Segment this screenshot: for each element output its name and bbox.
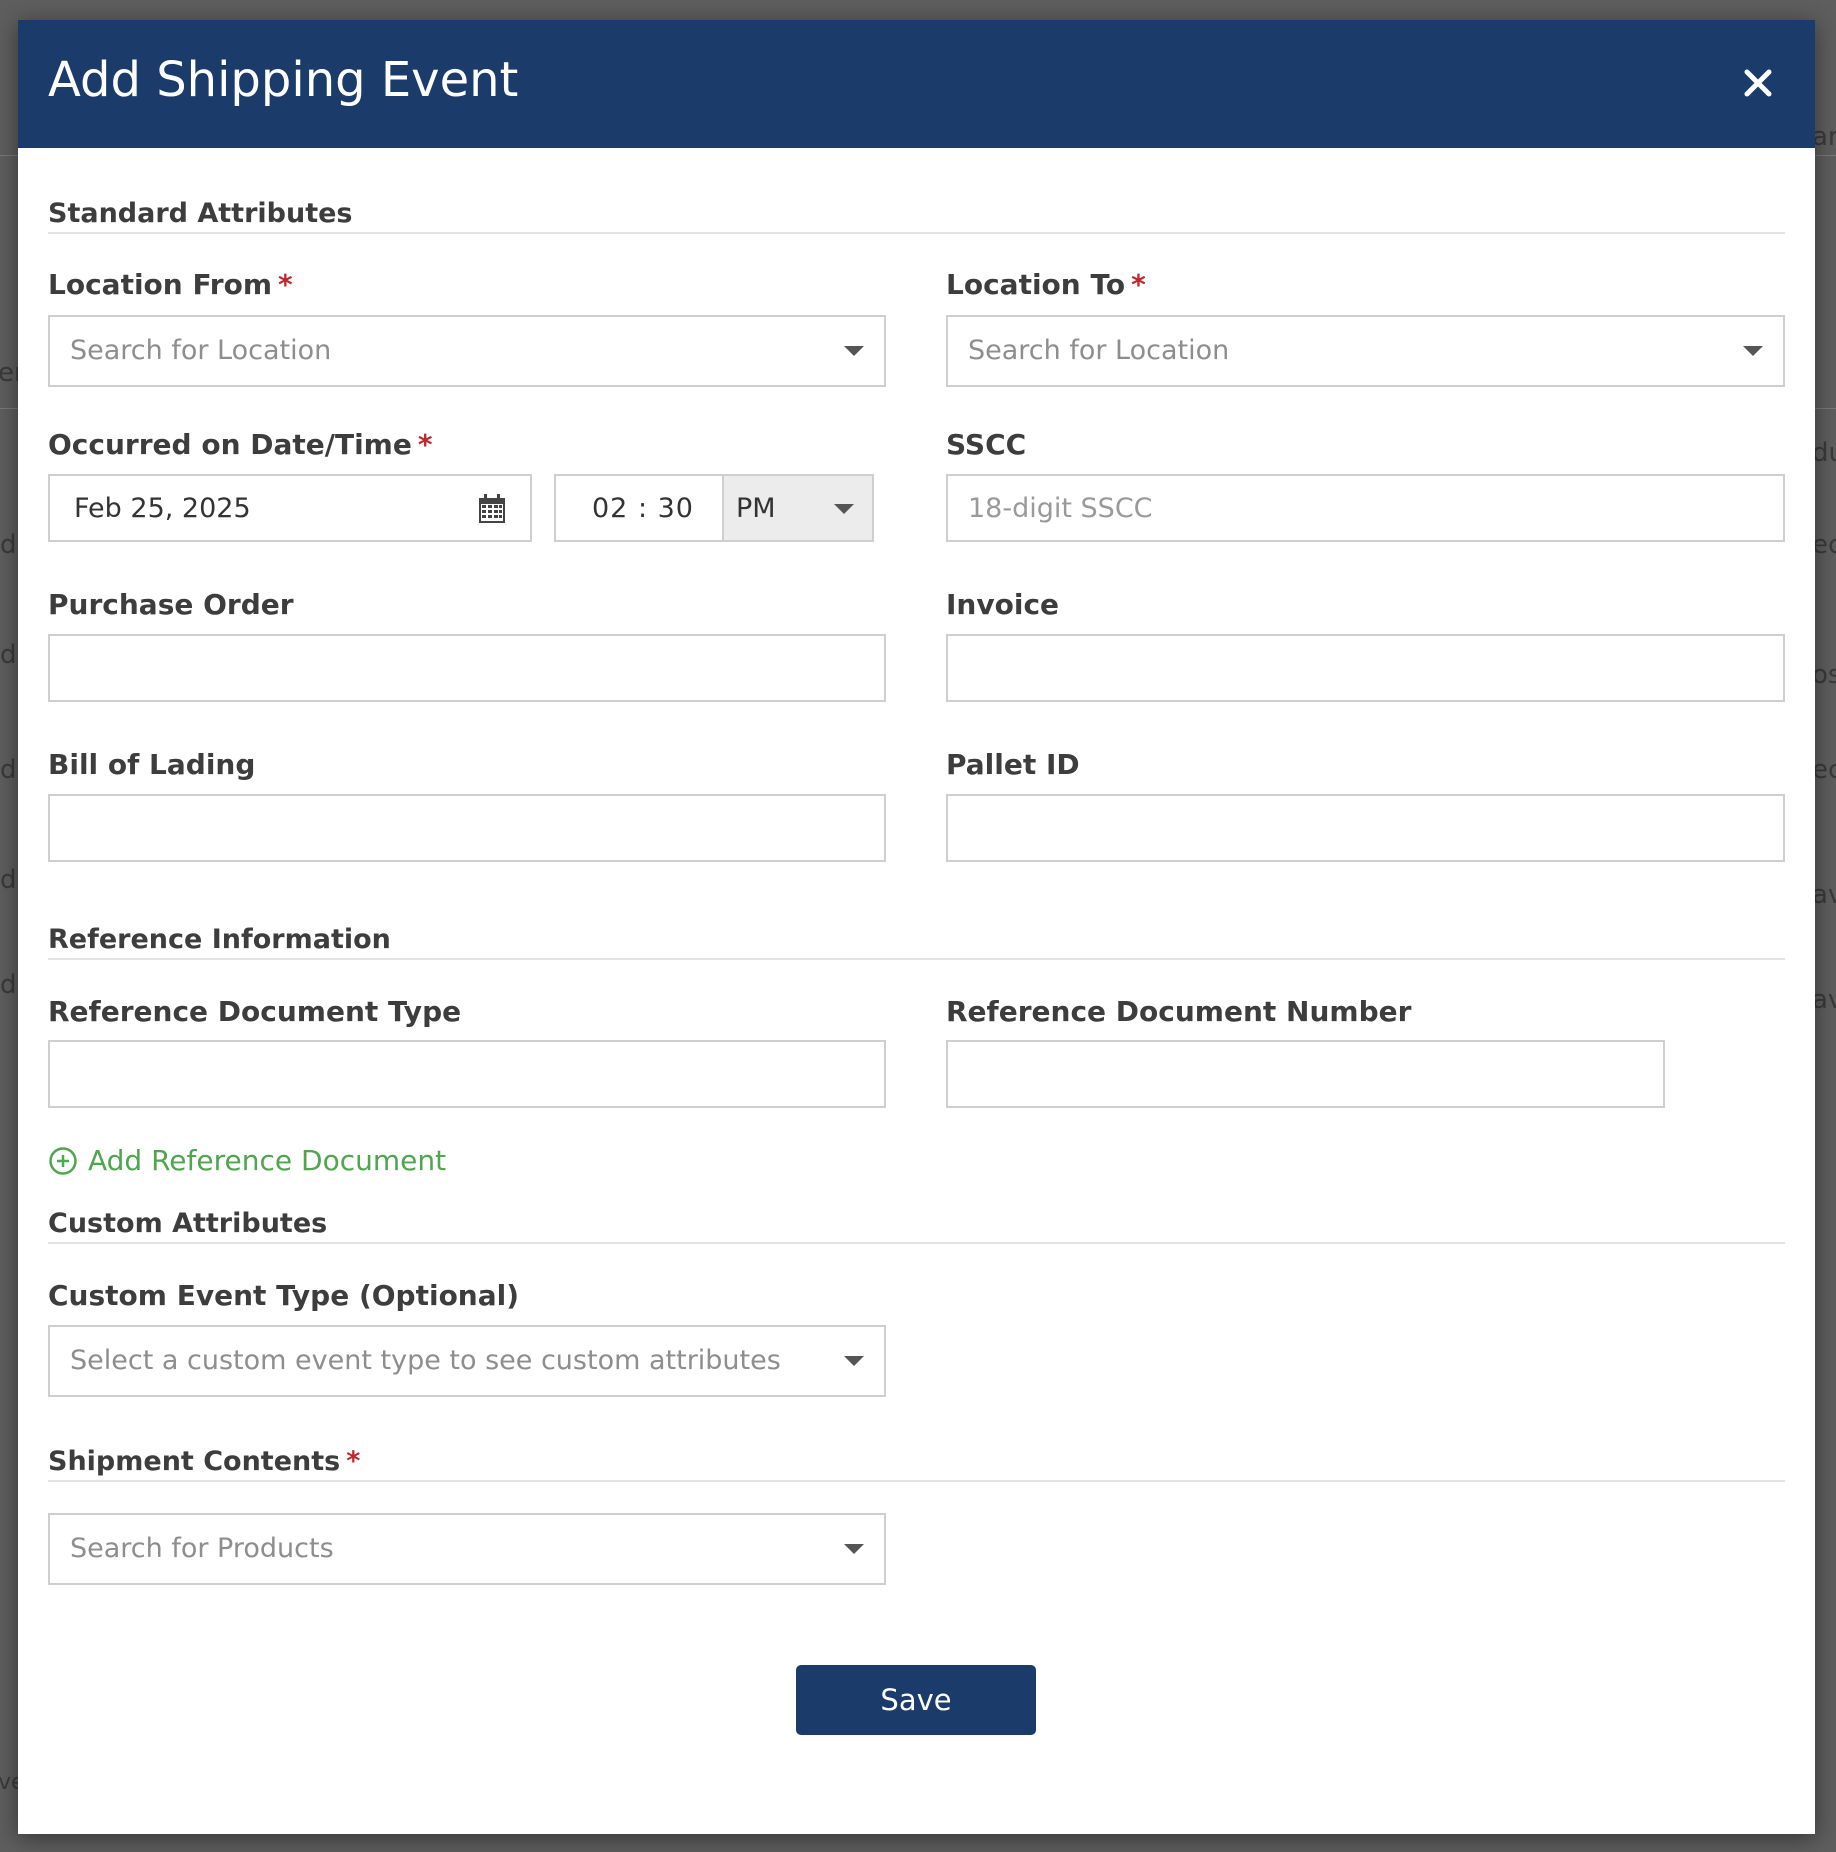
section-custom-attributes: Custom Attributes bbox=[48, 1208, 328, 1239]
shipment-products-select[interactable]: Search for Products bbox=[48, 1513, 886, 1585]
background-text: av bbox=[1812, 880, 1836, 910]
section-divider bbox=[48, 232, 1785, 234]
reference-document-type-input[interactable] bbox=[48, 1040, 886, 1108]
invoice-label: Invoice bbox=[946, 588, 1060, 621]
section-divider bbox=[48, 1480, 1785, 1482]
background-text: ec bbox=[1812, 755, 1836, 785]
location-from-select[interactable]: Search for Location bbox=[48, 315, 886, 387]
reference-document-number-input[interactable] bbox=[946, 1040, 1665, 1108]
location-to-label: Location To * bbox=[946, 268, 1146, 301]
section-shipment-contents: Shipment Contents * bbox=[48, 1446, 360, 1477]
background-text: ar bbox=[1812, 122, 1836, 152]
section-divider bbox=[48, 1242, 1785, 1244]
pallet-id-label: Pallet ID bbox=[946, 748, 1080, 781]
required-asterisk: * bbox=[417, 428, 433, 461]
calendar-icon[interactable] bbox=[478, 494, 506, 524]
ampm-value: PM bbox=[736, 493, 776, 524]
pallet-id-input[interactable] bbox=[946, 794, 1785, 862]
custom-event-type-label: Custom Event Type (Optional) bbox=[48, 1279, 520, 1312]
add-reference-document-label: Add Reference Document bbox=[88, 1144, 447, 1177]
invoice-input[interactable] bbox=[946, 634, 1785, 702]
background-text: du bbox=[1812, 438, 1836, 468]
time-value: 02 : 30 bbox=[592, 493, 694, 524]
purchase-order-label: Purchase Order bbox=[48, 588, 294, 621]
custom-event-type-select[interactable]: Select a custom event type to see custom… bbox=[48, 1325, 886, 1397]
location-from-label: Location From * bbox=[48, 268, 293, 301]
reference-document-type-label: Reference Document Type bbox=[48, 995, 462, 1028]
occurred-datetime-label: Occurred on Date/Time * bbox=[48, 428, 433, 461]
modal-title: Add Shipping Event bbox=[48, 52, 519, 108]
background-text: av bbox=[1812, 985, 1836, 1015]
background-text: d bbox=[0, 865, 17, 895]
save-button[interactable]: Save bbox=[796, 1665, 1036, 1735]
background-text: d bbox=[0, 530, 17, 560]
purchase-order-input[interactable] bbox=[48, 634, 886, 702]
occurred-datetime-label-text: Occurred on Date/Time bbox=[48, 428, 412, 461]
background-text: d bbox=[0, 640, 17, 670]
background-text: d bbox=[0, 755, 17, 785]
chevron-down-icon bbox=[834, 504, 854, 514]
location-to-label-text: Location To bbox=[946, 268, 1126, 301]
chevron-down-icon bbox=[1743, 346, 1763, 356]
section-standard-attributes: Standard Attributes bbox=[48, 198, 353, 229]
close-icon bbox=[1744, 69, 1772, 97]
time-input[interactable]: 02 : 30 bbox=[554, 474, 724, 542]
shipment-products-placeholder: Search for Products bbox=[70, 1533, 334, 1564]
sscc-input[interactable] bbox=[946, 474, 1785, 542]
ampm-select[interactable]: PM bbox=[722, 474, 874, 542]
modal-header: Add Shipping Event bbox=[18, 20, 1815, 148]
shipment-contents-title-text: Shipment Contents bbox=[48, 1446, 341, 1477]
background-text: d bbox=[0, 970, 17, 1000]
sscc-label: SSCC bbox=[946, 428, 1027, 461]
plus-circle-icon bbox=[49, 1147, 77, 1175]
location-to-placeholder: Search for Location bbox=[968, 335, 1230, 366]
section-reference-information: Reference Information bbox=[48, 924, 391, 955]
location-to-select[interactable]: Search for Location bbox=[946, 315, 1785, 387]
background-text: os bbox=[1812, 660, 1836, 690]
add-shipping-event-modal: Add Shipping Event Standard Attributes L… bbox=[18, 20, 1815, 1834]
chevron-down-icon bbox=[844, 346, 864, 356]
background-text: ec bbox=[1812, 530, 1836, 560]
location-from-label-text: Location From bbox=[48, 268, 273, 301]
chevron-down-icon bbox=[844, 1544, 864, 1554]
required-asterisk: * bbox=[278, 268, 293, 301]
section-divider bbox=[48, 958, 1785, 960]
chevron-down-icon bbox=[844, 1356, 864, 1366]
date-picker[interactable]: Feb 25, 2025 bbox=[48, 474, 532, 542]
date-value: Feb 25, 2025 bbox=[74, 493, 251, 524]
reference-document-number-label: Reference Document Number bbox=[946, 995, 1412, 1028]
required-asterisk: * bbox=[346, 1446, 361, 1477]
bill-of-lading-label: Bill of Lading bbox=[48, 748, 256, 781]
bill-of-lading-input[interactable] bbox=[48, 794, 886, 862]
close-button[interactable] bbox=[1739, 64, 1777, 102]
required-asterisk: * bbox=[1131, 268, 1146, 301]
location-from-placeholder: Search for Location bbox=[70, 335, 332, 366]
custom-event-type-placeholder: Select a custom event type to see custom… bbox=[70, 1345, 781, 1376]
